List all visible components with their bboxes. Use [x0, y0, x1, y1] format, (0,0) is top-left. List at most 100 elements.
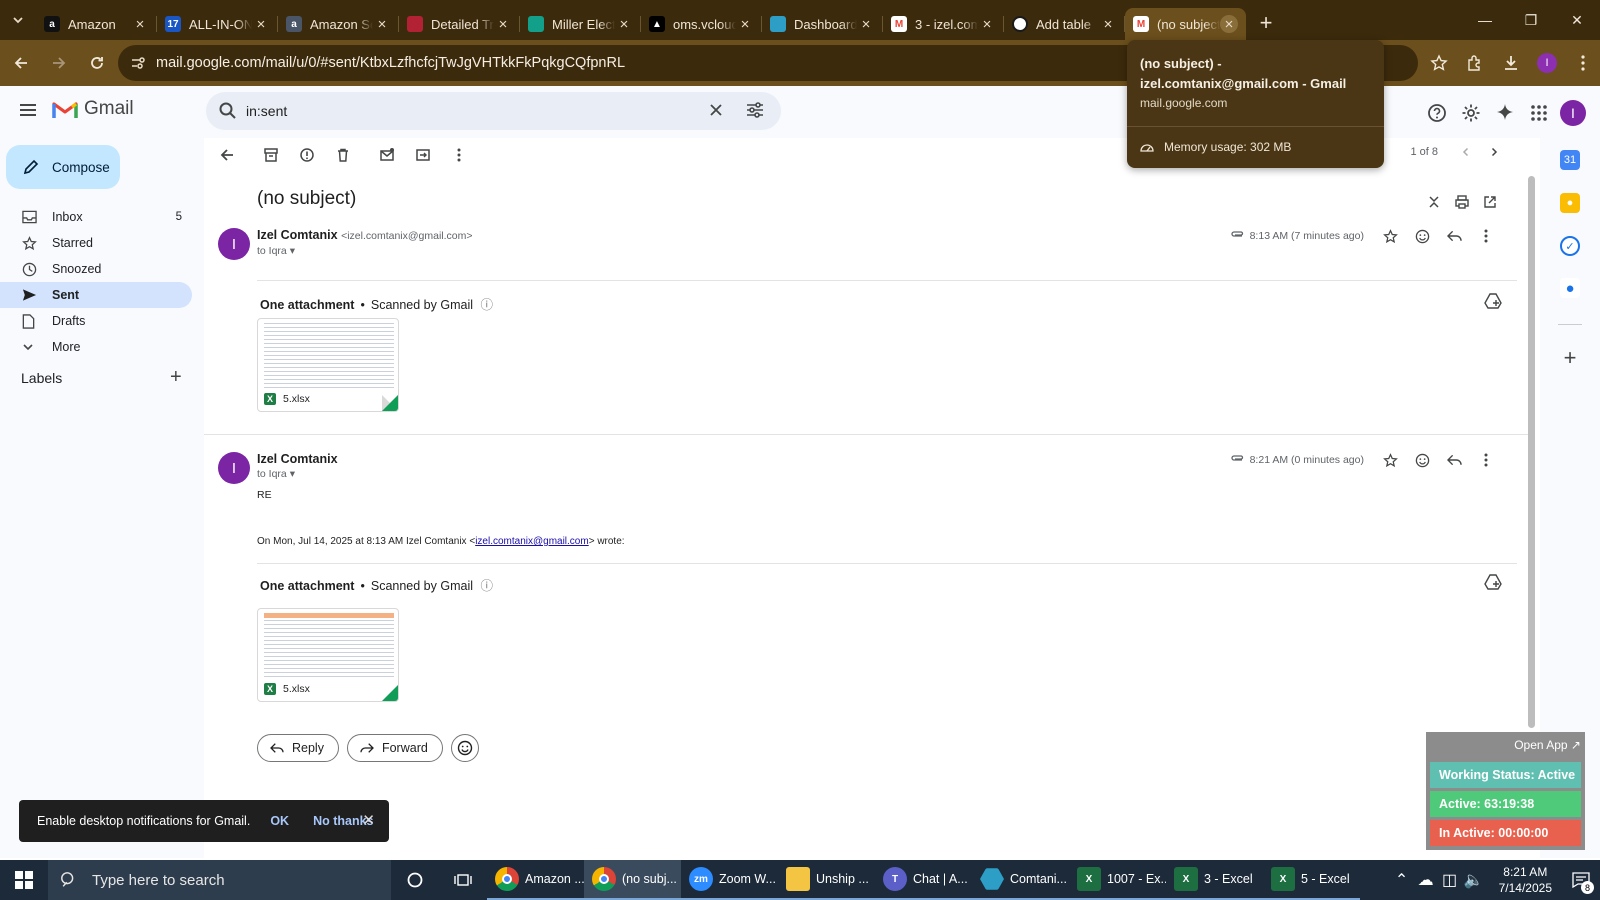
browser-tab[interactable]: a Amazon ×: [36, 8, 157, 40]
close-tab-icon[interactable]: ×: [373, 15, 391, 33]
more-actions-button[interactable]: [444, 140, 474, 170]
close-window-button[interactable]: ✕: [1554, 0, 1600, 40]
notification-center-button[interactable]: 8: [1562, 860, 1600, 900]
attachment-thumbnail[interactable]: X 5.xlsx: [257, 608, 399, 702]
recipient-line[interactable]: to Iqra ▾: [257, 245, 295, 257]
mark-unread-button[interactable]: [372, 140, 402, 170]
new-tab-button[interactable]: +: [1250, 7, 1282, 39]
gmail-logo[interactable]: Gmail: [52, 98, 134, 120]
collapse-all-button[interactable]: [1420, 190, 1448, 214]
extensions-button[interactable]: [1458, 46, 1492, 80]
apps-button[interactable]: [1522, 96, 1556, 130]
close-tab-icon[interactable]: ×: [1220, 15, 1238, 33]
account-avatar[interactable]: I: [1560, 100, 1586, 126]
open-new-window-button[interactable]: [1476, 190, 1504, 214]
browser-tab[interactable]: M (no subject) ×: [1125, 8, 1246, 40]
back-to-sent-button[interactable]: [212, 140, 242, 170]
search-options-icon[interactable]: [745, 101, 765, 119]
quote-email-link[interactable]: izel.comtanix@gmail.com: [475, 536, 589, 547]
browser-tab[interactable]: ▲ oms.vcloud ×: [641, 8, 762, 40]
report-spam-button[interactable]: [292, 140, 322, 170]
close-tab-icon[interactable]: ×: [736, 15, 754, 33]
tasks-icon[interactable]: ✓: [1560, 236, 1580, 256]
reload-button[interactable]: [80, 46, 114, 80]
scrollbar[interactable]: [1528, 176, 1535, 728]
close-tab-icon[interactable]: ×: [1099, 15, 1117, 33]
chevron-up-icon[interactable]: ⌃: [1391, 870, 1413, 890]
keep-icon[interactable]: ●: [1560, 193, 1580, 213]
browser-tab[interactable]: 17 ALL-IN-ONE×: [157, 8, 278, 40]
browser-menu-button[interactable]: [1566, 46, 1600, 80]
taskbar-app[interactable]: Unship ...: [778, 860, 875, 900]
taskbar-app[interactable]: zm Zoom W...: [681, 860, 778, 900]
minimize-button[interactable]: —: [1462, 0, 1508, 40]
tab-search-button[interactable]: [0, 0, 36, 40]
sender-line[interactable]: Izel Comtanix: [257, 452, 338, 466]
network-icon[interactable]: ◫: [1439, 870, 1461, 890]
back-button[interactable]: [4, 46, 38, 80]
browser-tab[interactable]: M 3 - izel.comtanix×: [883, 8, 1004, 40]
sidebar-item-more[interactable]: More: [0, 334, 192, 360]
print-button[interactable]: [1448, 190, 1476, 214]
profile-button[interactable]: I: [1530, 46, 1564, 80]
add-to-drive-button[interactable]: [1484, 293, 1502, 309]
search-input[interactable]: [246, 103, 686, 119]
react-button[interactable]: [1406, 448, 1438, 472]
taskbar-app[interactable]: T Chat | A...: [875, 860, 972, 900]
react-button[interactable]: [1406, 224, 1438, 248]
close-tab-icon[interactable]: ×: [615, 15, 633, 33]
newer-button[interactable]: [1452, 147, 1480, 157]
delete-button[interactable]: [328, 140, 358, 170]
message-more-button[interactable]: [1470, 448, 1502, 472]
settings-button[interactable]: [1454, 96, 1488, 130]
sidebar-item-sent[interactable]: Sent: [0, 282, 192, 308]
close-tab-icon[interactable]: ×: [131, 15, 149, 33]
browser-tab[interactable]: Miller Electric×: [520, 8, 641, 40]
close-tab-icon[interactable]: ×: [978, 15, 996, 33]
system-clock[interactable]: 8:21 AM 7/14/2025: [1499, 864, 1552, 896]
clear-search-icon[interactable]: [707, 101, 725, 119]
get-addons-icon[interactable]: +: [1560, 345, 1580, 370]
reply-pill-button[interactable]: Reply: [257, 734, 339, 762]
emoji-reaction-button[interactable]: [450, 734, 479, 762]
reply-button[interactable]: [1438, 224, 1470, 248]
move-to-button[interactable]: [408, 140, 438, 170]
sidebar-item-snoozed[interactable]: Snoozed: [0, 256, 192, 282]
close-tab-icon[interactable]: ×: [494, 15, 512, 33]
browser-tab[interactable]: a Amazon Seller×: [278, 8, 399, 40]
attachment-thumbnail[interactable]: X 5.xlsx: [257, 318, 399, 412]
speaker-icon[interactable]: 🔈: [1463, 870, 1485, 890]
taskbar-app[interactable]: Amazon ...: [487, 860, 584, 900]
onedrive-icon[interactable]: ☁: [1415, 870, 1437, 890]
toast-ok-button[interactable]: OK: [270, 814, 289, 828]
downloads-button[interactable]: [1494, 46, 1528, 80]
taskbar-app[interactable]: (no subj...: [584, 860, 681, 900]
create-label-button[interactable]: +: [170, 366, 182, 389]
message-more-button[interactable]: [1470, 224, 1502, 248]
close-tab-icon[interactable]: ×: [252, 15, 270, 33]
support-button[interactable]: [1420, 96, 1454, 130]
restore-button[interactable]: ❐: [1508, 0, 1554, 40]
cortana-button[interactable]: [391, 860, 439, 900]
bookmark-star-button[interactable]: [1422, 46, 1456, 80]
start-button[interactable]: [0, 860, 48, 900]
info-icon[interactable]: ⓘ: [480, 579, 493, 593]
sidebar-item-inbox[interactable]: Inbox 5: [0, 204, 192, 230]
recipient-line[interactable]: to Iqra ▾: [257, 468, 295, 480]
main-menu-button[interactable]: [16, 98, 40, 122]
sidebar-item-starred[interactable]: Starred: [0, 230, 192, 256]
taskbar-app[interactable]: X 5 - Excel: [1263, 860, 1360, 900]
open-app-link[interactable]: Open App ↗: [1514, 738, 1581, 752]
toast-close-icon[interactable]: ✕: [362, 811, 375, 829]
site-info-icon[interactable]: [130, 55, 146, 71]
forward-button[interactable]: [42, 46, 76, 80]
archive-button[interactable]: [256, 140, 286, 170]
search-icon[interactable]: [218, 101, 238, 121]
task-view-button[interactable]: [439, 860, 487, 900]
compose-button[interactable]: Compose: [6, 145, 120, 189]
sender-line[interactable]: Izel Comtanix <izel.comtanix@gmail.com>: [257, 228, 473, 242]
gemini-button[interactable]: [1488, 96, 1522, 130]
close-tab-icon[interactable]: ×: [857, 15, 875, 33]
contacts-icon[interactable]: ●: [1560, 278, 1580, 298]
add-to-drive-button[interactable]: [1484, 574, 1502, 590]
